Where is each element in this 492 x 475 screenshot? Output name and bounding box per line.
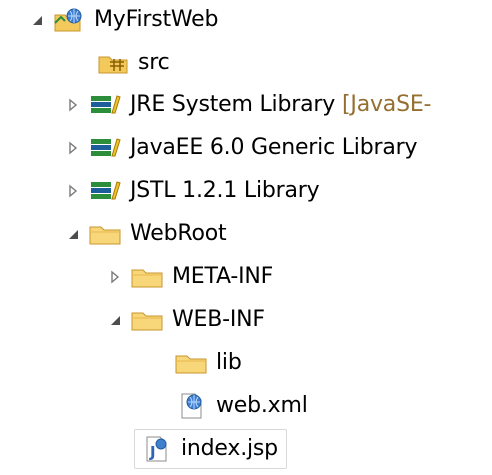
tree-row-lib[interactable]: lib [174, 343, 242, 383]
tree-label-webroot: WebRoot [130, 221, 227, 246]
tree-row-jre-system-library[interactable]: JRE System Library [JavaSE- [62, 85, 431, 125]
xml-file-icon [174, 392, 208, 420]
tree-row-meta-inf[interactable]: META-INF [104, 257, 273, 297]
tree-row-javaee-library[interactable]: JavaEE 6.0 Generic Library [62, 128, 417, 168]
tree-label-index-jsp: index.jsp [181, 436, 278, 461]
tree-label-web-xml: web.xml [216, 393, 308, 418]
tree-row-myfirstweb[interactable]: MyFirstWeb [26, 0, 218, 40]
tree-row-jstl-library[interactable]: JSTL 1.2.1 Library [62, 171, 320, 211]
tree-label-web-inf: WEB-INF [172, 307, 265, 332]
folder-icon [130, 263, 164, 291]
tree-label-javaee-library: JavaEE 6.0 Generic Library [130, 135, 418, 160]
expanded-arrow-icon[interactable] [62, 223, 84, 245]
jsp-file-icon: J [139, 435, 173, 463]
tree-label-src: src [138, 50, 170, 75]
tree-label-jstl-library: JSTL 1.2.1 Library [130, 178, 320, 203]
tree-decoration-javase: [JavaSE- [342, 92, 432, 117]
tree-row-index-jsp[interactable]: J index.jsp [134, 429, 287, 469]
collapsed-arrow-icon[interactable] [62, 137, 84, 159]
folder-icon [88, 220, 122, 248]
library-icon [88, 91, 122, 119]
tree-row-web-inf[interactable]: WEB-INF [104, 300, 265, 340]
web-project-icon [52, 6, 86, 34]
tree-label-meta-inf: META-INF [172, 264, 274, 289]
tree-label-jre-system-library: JRE System Library [130, 92, 336, 117]
library-icon [88, 134, 122, 162]
svg-text:J: J [149, 443, 156, 461]
expanded-arrow-icon[interactable] [104, 309, 126, 331]
folder-icon [130, 306, 164, 334]
tree-label-lib: lib [216, 350, 242, 375]
library-icon [88, 177, 122, 205]
collapsed-arrow-icon[interactable] [62, 94, 84, 116]
tree-row-web-xml[interactable]: web.xml [174, 386, 308, 426]
expanded-arrow-icon[interactable] [26, 9, 48, 31]
project-explorer-tree: MyFirstWeb src JRE System Library [JavaS… [0, 0, 492, 475]
folder-icon [174, 349, 208, 377]
collapsed-arrow-icon[interactable] [62, 180, 84, 202]
tree-row-src[interactable]: src [96, 43, 170, 83]
tree-row-webroot[interactable]: WebRoot [62, 214, 227, 254]
collapsed-arrow-icon[interactable] [104, 266, 126, 288]
tree-label-myfirstweb: MyFirstWeb [94, 7, 219, 32]
source-folder-icon [96, 49, 130, 77]
